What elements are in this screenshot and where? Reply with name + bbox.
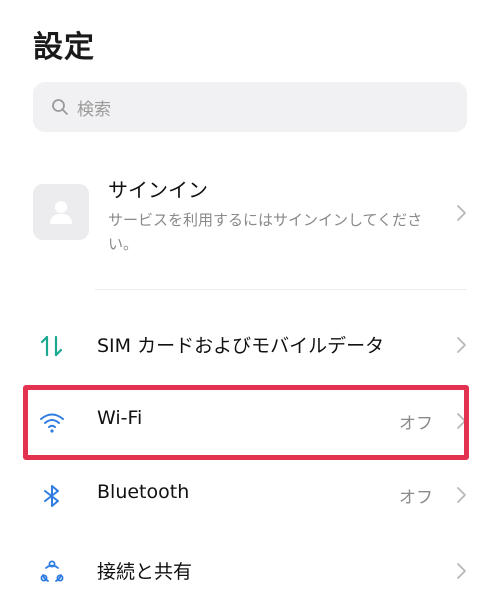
search-icon xyxy=(52,99,68,115)
settings-item-bluetooth[interactable]: Bluetooth オフ xyxy=(33,465,467,525)
wifi-highlight-box xyxy=(23,385,469,460)
divider xyxy=(95,289,467,290)
settings-item-sim-mobile-data[interactable]: SIM カードおよびモバイルデータ xyxy=(33,315,467,375)
settings-item-label: SIM カードおよびモバイルデータ xyxy=(97,335,385,357)
search-placeholder: 検索 xyxy=(77,99,111,120)
account-subtitle: サービスを利用するにはサインインしてください。 xyxy=(108,211,423,253)
settings-screen: 設定 検索 サインイン サービスを利用するにはサインインしてください。 SIM … xyxy=(0,0,500,604)
chevron-right-icon xyxy=(457,563,466,579)
mobile-data-icon xyxy=(40,335,63,357)
avatar xyxy=(33,184,89,240)
search-bar[interactable]: 検索 xyxy=(33,82,467,132)
chevron-right-icon xyxy=(457,337,466,353)
page-title: 設定 xyxy=(33,30,95,65)
person-icon xyxy=(50,201,72,224)
settings-item-label: 接続と共有 xyxy=(97,561,193,583)
connection-sharing-icon xyxy=(40,560,64,582)
account-title: サインイン xyxy=(108,178,208,202)
chevron-right-icon xyxy=(457,205,466,221)
bluetooth-icon xyxy=(44,485,59,507)
settings-item-connection-sharing[interactable]: 接続と共有 xyxy=(33,541,467,601)
bluetooth-status: オフ xyxy=(399,488,433,508)
chevron-right-icon xyxy=(457,487,466,503)
settings-item-label: Bluetooth xyxy=(97,481,190,503)
account-sign-in-row[interactable]: サインイン サービスを利用するにはサインインしてください。 xyxy=(33,168,467,268)
